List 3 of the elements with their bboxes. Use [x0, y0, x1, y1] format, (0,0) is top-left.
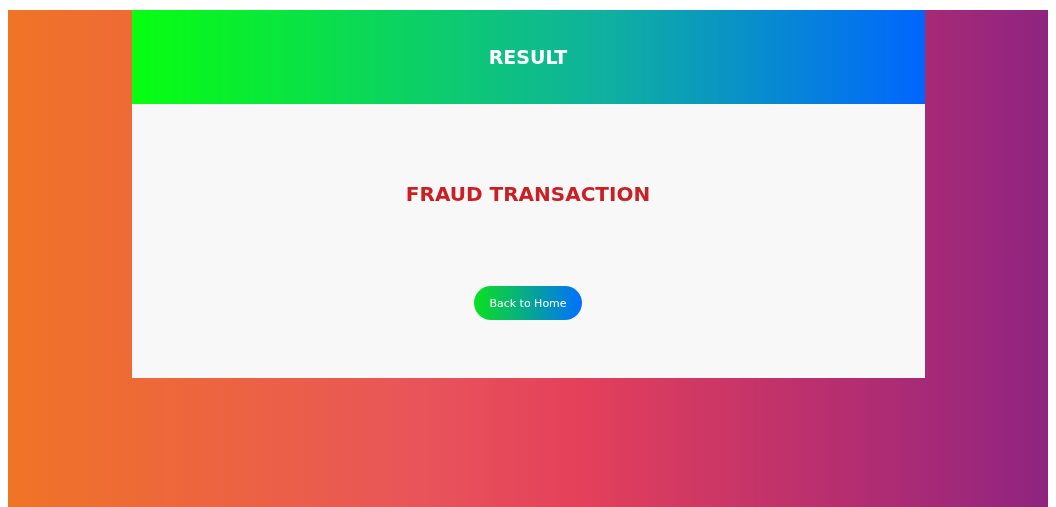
result-text: FRAUD TRANSACTION	[405, 182, 651, 206]
header-title: RESULT	[488, 46, 568, 68]
back-home-button[interactable]: Back to Home	[474, 286, 582, 320]
